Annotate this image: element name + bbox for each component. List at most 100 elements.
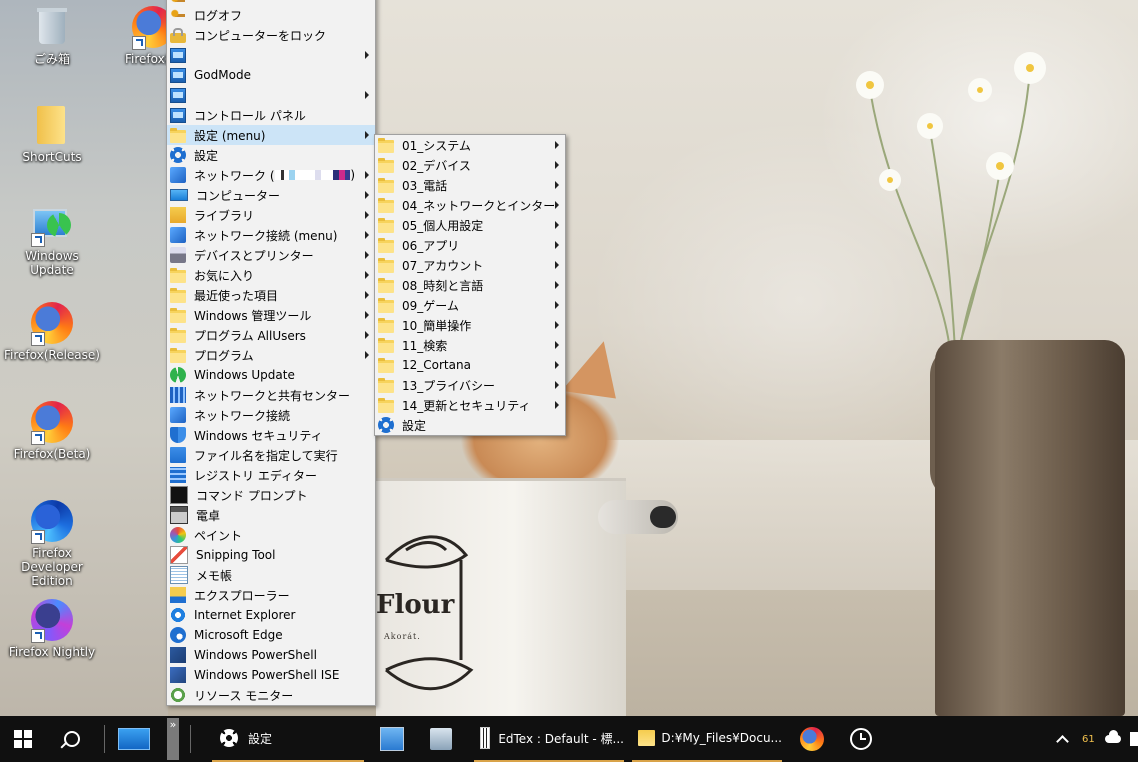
taskbar-pinned-control-panel[interactable] — [380, 716, 404, 762]
menu-item-label: 08_時刻と言語 — [402, 278, 484, 293]
start-button[interactable] — [14, 716, 32, 762]
launcher-main-menu: ログオフコンピューターをロック GodMode コントロール パネル 設定 (menu… — [166, 0, 376, 706]
menu-item[interactable]: プログラム — [167, 345, 375, 365]
menu-item[interactable]: ログオフ — [167, 5, 375, 25]
menu-item[interactable]: 11_検索 — [375, 335, 565, 355]
menu-item[interactable]: コントロール パネル — [167, 105, 375, 125]
menu-item-label: ライブラリ — [194, 208, 255, 223]
menu-item[interactable]: GodMode — [167, 65, 375, 85]
menu-item[interactable]: プログラム AllUsers — [167, 325, 375, 345]
alarm-clock-icon — [850, 728, 872, 750]
cloud-icon — [1105, 730, 1121, 743]
taskbar-pinned-alarm-clock[interactable] — [850, 716, 872, 762]
menu-item[interactable]: Windows 管理ツール — [167, 305, 375, 325]
network-connection-icon — [170, 227, 186, 243]
tray-onedrive[interactable] — [1105, 716, 1121, 762]
desktop-icon-firefox-beta[interactable]: Firefox(Beta) — [2, 399, 102, 461]
menu-item-label: ファイル名を指定して実行 — [194, 448, 338, 463]
menu-item[interactable]: ライブラリ — [167, 205, 375, 225]
menu-item[interactable]: 03_電話 — [375, 175, 565, 195]
menu-item[interactable] — [167, 85, 375, 105]
firefox-icon — [800, 727, 824, 751]
menu-item[interactable]: 08_時刻と言語 — [375, 275, 565, 295]
menu-item[interactable]: 13_プライバシー — [375, 375, 565, 395]
toolbar-expand-button[interactable]: » — [167, 716, 181, 762]
menu-item-label: Snipping Tool — [196, 548, 276, 562]
taskbar-pinned-computer[interactable] — [430, 716, 452, 762]
tray-indicator[interactable]: 61 — [1082, 716, 1095, 762]
menu-item-label: 09_ゲーム — [402, 298, 459, 313]
taskbar-pinned-firefox[interactable] — [800, 716, 824, 762]
library-icon — [170, 207, 186, 223]
desktop-icon-shortcuts[interactable]: ShortCuts — [2, 102, 102, 164]
menu-item[interactable]: エクスプローラー — [167, 585, 375, 605]
submenu-arrow-icon — [365, 331, 369, 339]
menu-item[interactable]: コンピューターをロック — [167, 25, 375, 45]
menu-item[interactable]: コンピューター — [167, 185, 375, 205]
submenu-arrow-icon — [555, 161, 559, 169]
taskbar-task-settings[interactable]: 設定 — [212, 716, 364, 762]
menu-item[interactable]: 01_システム — [375, 135, 565, 155]
folder-icon — [378, 397, 394, 413]
menu-item[interactable]: 14_更新とセキュリティ — [375, 395, 565, 415]
menu-item[interactable]: ネットワーク接続 (menu) — [167, 225, 375, 245]
settings-gear-icon — [220, 729, 238, 747]
computer-icon — [170, 189, 188, 201]
menu-item[interactable] — [167, 45, 375, 65]
menu-item[interactable]: ネットワーク () — [167, 165, 375, 185]
menu-item[interactable]: 02_デバイス — [375, 155, 565, 175]
menu-item[interactable]: お気に入り — [167, 265, 375, 285]
menu-item[interactable]: ネットワークと共有センター — [167, 385, 375, 405]
menu-item[interactable]: コマンド プロンプト — [167, 485, 375, 505]
network-connection-icon — [170, 407, 186, 423]
menu-item[interactable]: Windows PowerShell — [167, 645, 375, 665]
run-icon — [170, 447, 186, 463]
menu-item[interactable]: 設定 — [167, 145, 375, 165]
desktop-icon-windows-update[interactable]: Windows Update — [2, 201, 102, 277]
menu-item[interactable]: メモ帳 — [167, 565, 375, 585]
menu-item[interactable]: 06_アプリ — [375, 235, 565, 255]
menu-item[interactable]: 12_Cortana — [375, 355, 565, 375]
tray-show-hidden-icons[interactable] — [1056, 716, 1069, 762]
menu-item-label: 01_システム — [402, 138, 471, 153]
menu-item[interactable]: 最近使った項目 — [167, 285, 375, 305]
search-button[interactable] — [64, 716, 80, 762]
menu-item[interactable]: 04_ネットワークとインターネット — [375, 195, 565, 215]
menu-item[interactable]: Windows PowerShell ISE — [167, 665, 375, 685]
tray-notification-edge[interactable] — [1130, 716, 1138, 762]
desktop-icon-firefox-developer-edition[interactable]: Firefox Developer Edition — [2, 498, 102, 588]
desktop-icon-firefox-nightly[interactable]: Firefox Nightly — [2, 597, 102, 659]
menu-item[interactable]: ネットワーク接続 — [167, 405, 375, 425]
desktop-toolbar-button[interactable] — [118, 716, 150, 762]
taskbar-task-explorer[interactable]: D:¥My_Files¥Docu... — [632, 716, 782, 762]
desktop-icon-recycle-bin[interactable]: ごみ箱 — [2, 4, 102, 66]
menu-item[interactable]: 設定 (menu) — [167, 125, 375, 145]
menu-item[interactable]: ペイント — [167, 525, 375, 545]
folder-icon — [170, 127, 186, 143]
desktop-icon-firefox-release[interactable]: Firefox(Release) — [2, 300, 102, 362]
menu-item-label: コンピューターをロック — [194, 28, 327, 43]
menu-item-label: ネットワークと共有センター — [194, 388, 351, 403]
menu-item-label: 10_簡単操作 — [402, 318, 472, 333]
submenu-arrow-icon — [365, 191, 369, 199]
menu-item-label: 06_アプリ — [402, 238, 460, 253]
menu-item[interactable]: ファイル名を指定して実行 — [167, 445, 375, 465]
menu-item-label: Windows PowerShell ISE — [194, 668, 340, 682]
menu-item[interactable]: 05_個人用設定 — [375, 215, 565, 235]
menu-item[interactable]: Internet Explorer — [167, 605, 375, 625]
menu-item[interactable]: 09_ゲーム — [375, 295, 565, 315]
menu-item[interactable]: Windows セキュリティ — [167, 425, 375, 445]
menu-item[interactable]: デバイスとプリンター — [167, 245, 375, 265]
menu-item[interactable]: レジストリ エディター — [167, 465, 375, 485]
menu-item[interactable]: 設定 — [375, 415, 565, 435]
taskbar-task-edtex[interactable]: EdTex : Default - 標... — [474, 716, 624, 762]
menu-item[interactable]: 電卓 — [167, 505, 375, 525]
menu-item[interactable]: Snipping Tool — [167, 545, 375, 565]
folder-icon — [170, 307, 186, 323]
menu-item[interactable]: 07_アカウント — [375, 255, 565, 275]
desktop-icon-firefox[interactable]: Firefox( — [100, 4, 170, 66]
menu-item[interactable]: リソース モニター — [167, 685, 375, 705]
menu-item[interactable]: 10_簡単操作 — [375, 315, 565, 335]
menu-item[interactable]: Windows Update — [167, 365, 375, 385]
menu-item[interactable]: Microsoft Edge — [167, 625, 375, 645]
